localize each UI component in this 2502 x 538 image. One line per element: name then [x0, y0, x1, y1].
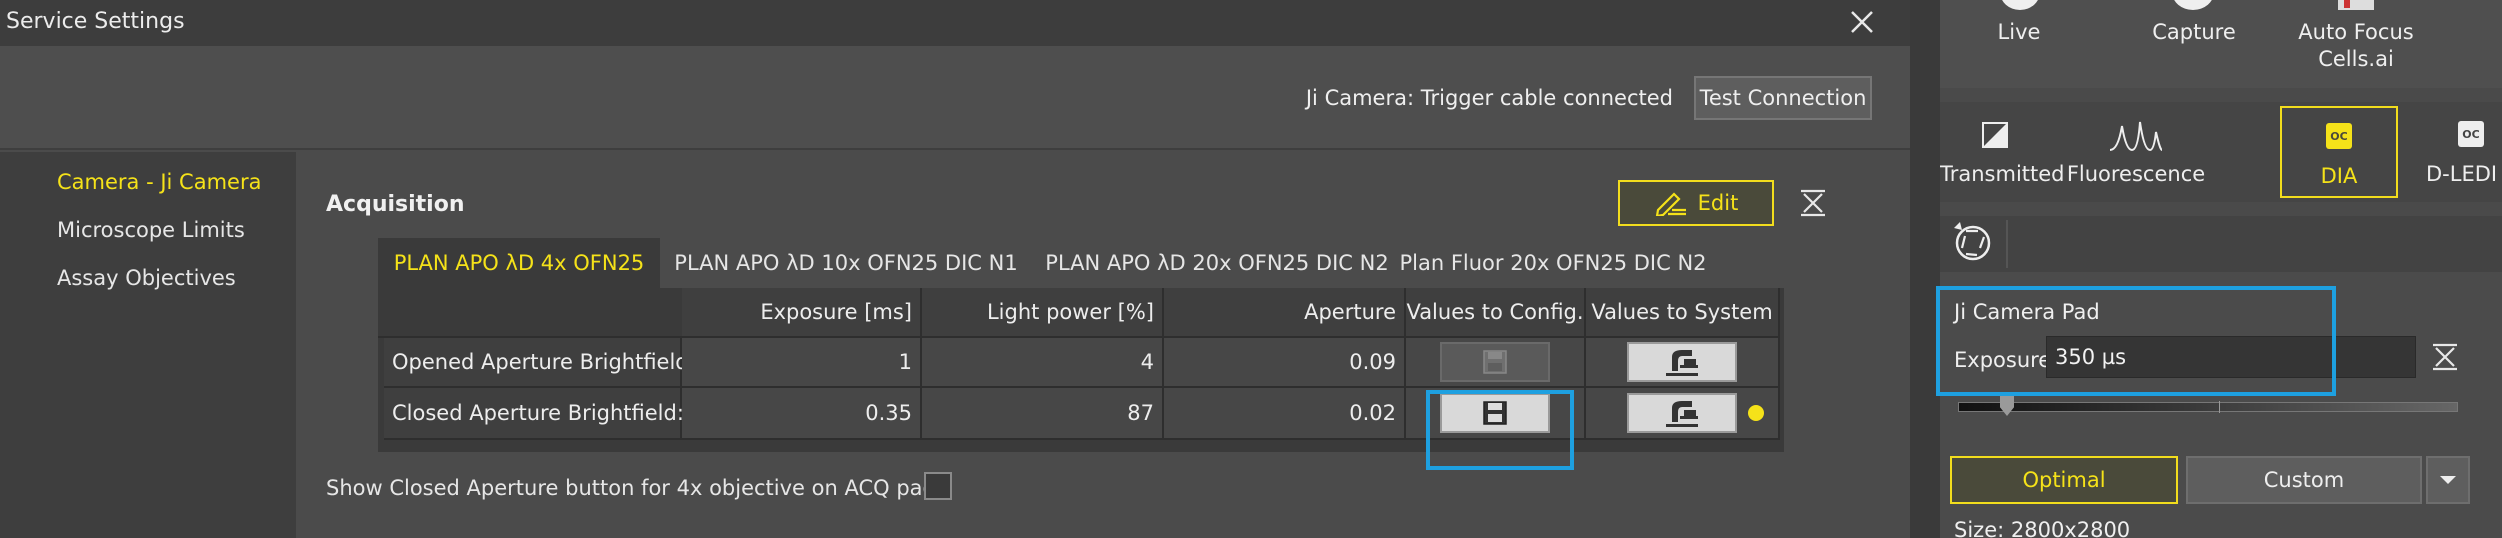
pad-toolbar: [1940, 216, 2502, 272]
cell-light-power-opened[interactable]: 4: [922, 338, 1164, 388]
right-panel: Live Capture Auto Focus Cells.ai Transmi…: [1940, 0, 2502, 538]
cell-system-opened: [1586, 338, 1780, 388]
status-dot: [1748, 405, 1764, 421]
show-closed-aperture-label: Show Closed Aperture button for 4x objec…: [326, 476, 943, 500]
exposure-slider-track[interactable]: [1958, 401, 2458, 413]
highlight-camera-pad: [1936, 286, 2336, 396]
cell-aperture-opened[interactable]: 0.09: [1164, 338, 1406, 388]
col-header-values-to-config: Values to Config.: [1406, 288, 1586, 338]
camera-status-label: Ji Camera:: [1305, 86, 1415, 110]
tab-plan-apo-4x[interactable]: PLAN APO λD 4x OFN25: [378, 238, 660, 288]
mode-dia[interactable]: OC DIA: [2280, 106, 2398, 198]
screen: Service Settings Ji Camera: Trigger cabl…: [0, 0, 2502, 538]
edit-label: Edit: [1697, 191, 1739, 215]
capture-button-label[interactable]: Capture: [2126, 20, 2262, 44]
row-label-closed: Closed Aperture Brightfield:: [384, 388, 684, 440]
apply-to-system-button-opened[interactable]: [1627, 342, 1737, 382]
tab-plan-apo-10x[interactable]: PLAN APO λD 10x OFN25 DIC N1: [660, 238, 1032, 288]
oc-icon: OC: [2326, 123, 2352, 149]
tab-plan-fluor-20x[interactable]: Plan Fluor 20x OFN25 DIC N2: [1399, 238, 1706, 288]
collapse-icon[interactable]: [2430, 342, 2460, 372]
row-label-opened: Opened Aperture Brightfield:: [384, 338, 696, 388]
camera-status-value: Trigger cable connected: [1420, 86, 1673, 110]
cell-exposure-opened[interactable]: 1: [682, 338, 922, 388]
live-icon[interactable]: [2000, 0, 2040, 10]
optimal-button[interactable]: Optimal: [1950, 456, 2178, 504]
auto-focus-button-label[interactable]: Auto Focus: [2266, 20, 2446, 44]
close-icon[interactable]: [1846, 6, 1878, 38]
mode-transmitted[interactable]: Transmitted: [1940, 106, 2065, 198]
chevron-down-icon: [2440, 476, 2456, 484]
svg-text:OC: OC: [2330, 130, 2347, 143]
transmitted-icon: [1982, 122, 2008, 148]
save-disk-icon: [1483, 350, 1507, 374]
mode-label-fluorescence: Fluorescence: [2066, 162, 2206, 186]
edit-button[interactable]: Edit: [1618, 180, 1774, 226]
col-header-aperture: Aperture: [1164, 288, 1406, 338]
preset-dropdown-button[interactable]: [2426, 456, 2470, 504]
cell-exposure-closed[interactable]: 0.35: [682, 388, 922, 440]
mode-label-transmitted: Transmitted: [1940, 162, 2065, 186]
capture-icon[interactable]: [2172, 0, 2214, 10]
mode-label-dia: DIA: [2320, 164, 2358, 188]
illumination-modes: Transmitted Fluorescence OC DIA OC D-LED…: [1940, 102, 2502, 202]
cell-aperture-closed[interactable]: 0.02: [1164, 388, 1406, 440]
cell-light-power-closed[interactable]: 87: [922, 388, 1164, 440]
custom-button[interactable]: Custom: [2186, 456, 2422, 504]
settings-content: Acquisition Edit PLAN APO λD 4x OFN25 PL…: [296, 152, 1910, 538]
cell-system-closed: [1586, 388, 1780, 440]
save-to-config-button-opened[interactable]: [1440, 342, 1550, 382]
show-closed-aperture-checkbox[interactable]: [924, 472, 952, 500]
nav-item-camera[interactable]: Camera - Ji Camera: [57, 170, 261, 194]
col-header-values-to-system: Values to System: [1586, 288, 1780, 338]
camera-status: Ji Camera: Trigger cable connected: [1306, 86, 1673, 110]
oc-icon: OC: [2458, 121, 2484, 147]
mode-d-ledi[interactable]: OC D-LEDI: [2416, 106, 2502, 198]
connection-bar: Ji Camera: Trigger cable connected Test …: [0, 46, 1910, 150]
objective-tabs: PLAN APO λD 4x OFN25 PLAN APO λD 10x OFN…: [378, 238, 1707, 288]
col-header-light-power: Light power [%]: [922, 288, 1164, 338]
highlight-save-button: [1426, 390, 1574, 470]
collapse-icon[interactable]: [1798, 188, 1828, 218]
apply-to-system-button-closed[interactable]: [1627, 393, 1737, 433]
cell-config-opened: [1406, 338, 1586, 388]
dialog-titlebar: Service Settings: [0, 0, 1910, 46]
nav-item-assay-objectives[interactable]: Assay Objectives: [57, 266, 236, 290]
live-button-label[interactable]: Live: [1964, 20, 2074, 44]
microscope-icon: [1666, 401, 1698, 427]
table-corner: [378, 288, 682, 338]
mode-fluorescence[interactable]: Fluorescence: [2052, 106, 2220, 198]
section-title: Acquisition: [326, 192, 465, 217]
microscope-icon: [1666, 350, 1698, 376]
exposure-slider-handle[interactable]: [2000, 394, 2014, 416]
dialog-title: Service Settings: [6, 9, 185, 34]
panel-divider: [1910, 0, 1940, 538]
slider-tick: [2219, 401, 2220, 413]
mode-label-d-ledi: D-LEDI: [2426, 162, 2498, 186]
auto-focus-icon: [2338, 0, 2374, 10]
svg-text:OC: OC: [2462, 128, 2479, 141]
test-connection-button[interactable]: Test Connection: [1694, 76, 1872, 120]
refresh-aperture-icon[interactable]: [1948, 220, 1998, 266]
col-header-exposure: Exposure [ms]: [682, 288, 922, 338]
toolbar-separator: [2006, 220, 2008, 268]
fluorescence-icon: [2109, 121, 2163, 152]
edit-pencil-icon: [1655, 192, 1686, 216]
settings-nav: Camera - Ji Camera Microscope Limits Ass…: [0, 152, 296, 538]
service-settings-dialog: Service Settings Ji Camera: Trigger cabl…: [0, 0, 1910, 538]
tab-plan-apo-20x[interactable]: PLAN APO λD 20x OFN25 DIC N2: [1032, 238, 1402, 288]
image-size-text: Size: 2800x2800: [1954, 518, 2131, 538]
acquisition-toolbar: Live Capture Auto Focus Cells.ai: [1940, 0, 2502, 88]
auto-focus-subtitle: Cells.ai: [2318, 47, 2394, 71]
nav-item-microscope-limits[interactable]: Microscope Limits: [57, 218, 245, 242]
